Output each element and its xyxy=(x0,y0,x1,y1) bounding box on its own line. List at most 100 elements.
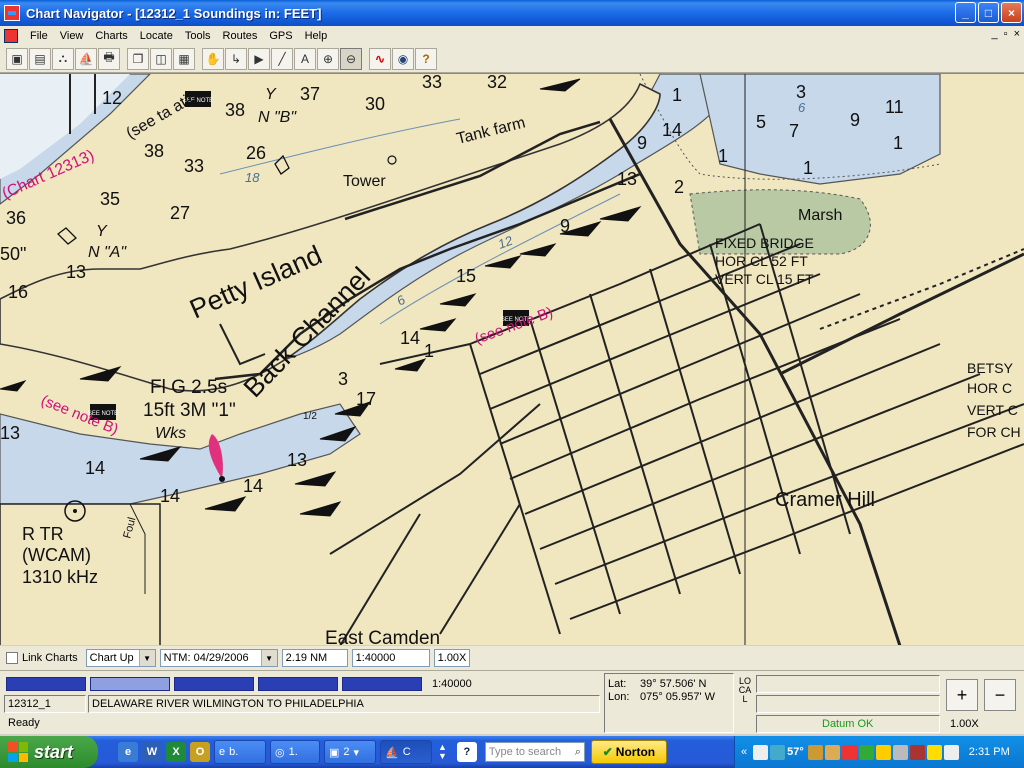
open-chart-icon[interactable]: ▣ xyxy=(6,47,28,70)
copy-icon[interactable]: ❐ xyxy=(127,47,149,70)
waypoint-icon[interactable]: ▶ xyxy=(248,47,270,70)
ie-icon[interactable]: e xyxy=(118,742,138,762)
nautical-chart-view[interactable]: SEE NOTE SEE NOTE SEE NOTE Petty Island … xyxy=(0,73,1024,645)
chart-canvas[interactable]: SEE NOTE SEE NOTE SEE NOTE Petty Island … xyxy=(0,74,1024,645)
sounding: 1 xyxy=(718,146,728,166)
menu-view[interactable]: View xyxy=(54,30,90,42)
sounding: 30 xyxy=(365,94,385,114)
close-button[interactable]: × xyxy=(1001,2,1022,23)
signal-icon[interactable]: ∿ xyxy=(369,47,391,70)
checkmark-icon: ✔ xyxy=(602,745,613,759)
menu-tools[interactable]: Tools xyxy=(179,30,217,42)
sounding: 13 xyxy=(66,262,86,282)
taskbar-scroll-arrows[interactable]: ▲ ▼ xyxy=(438,743,447,761)
sounding: 3 xyxy=(796,82,806,102)
pan-hand-icon[interactable]: ✋ xyxy=(202,47,224,70)
sounding: 50" xyxy=(0,244,26,264)
menu-file[interactable]: File xyxy=(24,30,54,42)
help-icon[interactable]: ? xyxy=(415,47,437,70)
norton-button[interactable]: ✔ Norton xyxy=(590,740,667,764)
line-icon[interactable]: ╱ xyxy=(271,47,293,70)
sounding: 1 xyxy=(893,133,903,153)
tray-app-icon[interactable] xyxy=(841,744,857,760)
taskbar-button-outlook[interactable]: ◎ 1. xyxy=(270,740,320,764)
menu-locate[interactable]: Locate xyxy=(134,30,179,42)
tray-app-icon[interactable] xyxy=(807,744,823,760)
mdi-close-button[interactable]: × xyxy=(1014,28,1020,40)
tray-app-icon[interactable] xyxy=(858,744,874,760)
window-icon[interactable]: ◫ xyxy=(150,47,172,70)
label-buoy-b: Y xyxy=(265,86,277,103)
label-half: 1/2 xyxy=(303,411,317,422)
taskbar-button-browser[interactable]: e b. xyxy=(214,740,266,764)
zoom-out-button[interactable]: − xyxy=(984,679,1016,711)
tide-icon[interactable]: ⛬ xyxy=(52,47,74,70)
sounding: 16 xyxy=(8,282,28,302)
sounding: 14 xyxy=(160,486,180,506)
weather-icon[interactable] xyxy=(770,744,786,760)
taskbar-button-label: 2 xyxy=(343,746,350,758)
label-marsh: Marsh xyxy=(798,207,842,224)
datum-status: Datum OK xyxy=(822,718,874,730)
sounding: 14 xyxy=(662,120,682,140)
warning-icon[interactable] xyxy=(926,744,942,760)
ntm-select[interactable]: NTM: 04/29/2006 ▼ xyxy=(159,649,278,667)
minimize-button[interactable]: _ xyxy=(955,2,976,23)
tower-symbol xyxy=(387,155,397,165)
globe-icon[interactable]: ◉ xyxy=(392,47,414,70)
outlook-icon[interactable]: O xyxy=(190,742,210,762)
menu-routes[interactable]: Routes xyxy=(217,30,264,42)
volume-icon[interactable] xyxy=(943,744,959,760)
zoom-in-icon[interactable]: ⊕ xyxy=(317,47,339,70)
chart-list-icon[interactable]: ▤ xyxy=(29,47,51,70)
label-fixed-bridge: FIXED BRIDGE xyxy=(715,235,814,251)
network-icon[interactable] xyxy=(892,744,908,760)
start-button[interactable]: start xyxy=(0,736,98,768)
help-icon[interactable]: ? xyxy=(456,742,477,762)
zoom-out-icon[interactable]: ⊖ xyxy=(340,47,362,70)
maximize-button[interactable]: □ xyxy=(978,2,999,23)
menu-help[interactable]: Help xyxy=(299,30,334,42)
clock: 2:31 PM xyxy=(968,746,1010,758)
menu-bar: File View Charts Locate Tools Routes GPS… xyxy=(0,26,1024,45)
excel-icon[interactable]: X xyxy=(166,742,186,762)
route-icon[interactable]: ↳ xyxy=(225,47,247,70)
chart-up-select[interactable]: Chart Up ▼ xyxy=(85,649,156,667)
title-bar[interactable]: Chart Navigator - [12312_1 Soundings in:… xyxy=(0,0,1024,26)
menu-charts[interactable]: Charts xyxy=(89,30,133,42)
tray-app-icon[interactable] xyxy=(875,744,891,760)
taskbar-button-label: 1. xyxy=(288,746,298,758)
mail-icon[interactable] xyxy=(753,744,769,760)
print-icon[interactable]: 🖶 xyxy=(98,47,120,70)
zoom-in-button[interactable]: + xyxy=(946,679,978,711)
label-tower: Tower xyxy=(343,173,386,190)
word-icon[interactable]: W xyxy=(142,742,162,762)
text-icon[interactable]: A xyxy=(294,47,316,70)
sounding: 33 xyxy=(422,74,442,92)
chart-up-value: Chart Up xyxy=(89,652,134,664)
taskbar-button-chart-navigator[interactable]: ⛵ C xyxy=(380,740,432,764)
lat-value: 39° 57.506' N xyxy=(640,678,707,690)
taskbar-button-group[interactable]: ▣ 2 ▾ xyxy=(324,740,376,764)
tray-app-icon[interactable] xyxy=(909,744,925,760)
sounding: 7 xyxy=(789,121,799,141)
chevron-down-icon[interactable]: ▼ xyxy=(138,650,155,666)
search-input[interactable]: Type to search ⌕ xyxy=(484,742,585,762)
menu-gps[interactable]: GPS xyxy=(263,30,298,42)
chevron-left-icon[interactable]: « xyxy=(741,746,747,758)
railroad xyxy=(779,252,1024,376)
document-icon[interactable] xyxy=(4,28,18,43)
tray-app-icon[interactable] xyxy=(824,744,840,760)
label-cramer-hill: Cramer Hill xyxy=(775,489,875,511)
mdi-restore-button[interactable]: ▫ xyxy=(1004,28,1008,40)
sounding: 17 xyxy=(356,389,376,409)
chevron-down-icon[interactable]: ▼ xyxy=(260,650,277,666)
boat-icon[interactable]: ⛵ xyxy=(75,47,97,70)
search-icon[interactable]: ⌕ xyxy=(575,746,581,759)
chevron-down-icon: ▾ xyxy=(353,746,360,759)
mdi-minimize-button[interactable]: _ xyxy=(992,28,998,40)
sounding: 9 xyxy=(560,216,570,236)
search-placeholder: Type to search xyxy=(488,746,562,758)
link-charts-checkbox[interactable] xyxy=(6,652,18,664)
save-icon[interactable]: ▦ xyxy=(173,47,195,70)
